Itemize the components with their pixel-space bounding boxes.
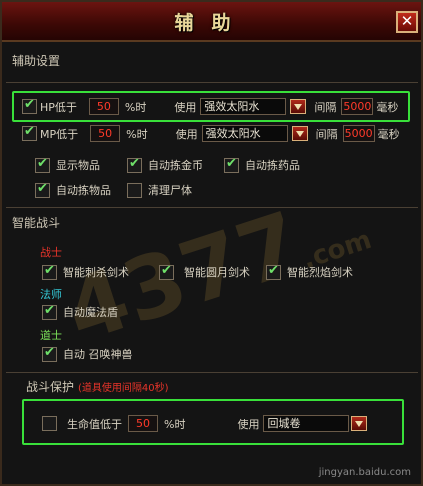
smart-combat-header: 智能战斗: [12, 216, 61, 230]
hp-ms-label: 毫秒: [376, 100, 399, 114]
option-label: 自动拣金币: [148, 159, 203, 172]
life-checkbox[interactable]: [42, 416, 57, 431]
hp-interval-label: 间隔: [314, 100, 337, 114]
hp-label: HP低于: [40, 100, 77, 114]
mp-row: MP低于 50 %时 使用 强效太阳水 间隔 5000 毫秒: [22, 124, 400, 142]
skill-checkbox[interactable]: [42, 345, 57, 362]
skill-checkbox[interactable]: [42, 263, 57, 280]
hp-percent-input[interactable]: 50: [88, 98, 119, 115]
life-unit: %时: [164, 417, 186, 431]
chevron-down-icon[interactable]: [291, 126, 308, 141]
life-use-label: 使用: [237, 417, 260, 431]
skill-label: 智能刺杀剑术: [63, 266, 129, 279]
option-pick-gold[interactable]: 自动拣金币: [127, 156, 203, 173]
option-label: 自动拣物品: [56, 184, 111, 197]
option-checkbox[interactable]: [127, 156, 142, 173]
mp-use-label: 使用: [175, 127, 198, 141]
option-pick-items[interactable]: 自动拣物品: [35, 181, 111, 198]
life-item-select[interactable]: 回城卷: [263, 415, 350, 432]
option-checkbox[interactable]: [35, 181, 50, 198]
option-label: 自动拣药品: [245, 159, 300, 172]
skill-flaming-sword[interactable]: 智能烈焰剑术: [266, 263, 353, 280]
life-percent-input[interactable]: 50: [128, 415, 158, 432]
mp-ms-label: 毫秒: [377, 127, 400, 141]
skill-checkbox[interactable]: [266, 263, 281, 280]
life-label: 生命值低于: [67, 417, 122, 431]
option-show-items[interactable]: 显示物品: [35, 156, 100, 173]
warrior-label: 战士: [40, 246, 62, 259]
option-checkbox[interactable]: [35, 156, 50, 173]
option-checkbox[interactable]: [224, 156, 239, 173]
hp-checkbox[interactable]: [22, 97, 37, 114]
mp-label: MP低于: [40, 127, 79, 141]
chevron-down-icon[interactable]: [290, 99, 307, 114]
skill-label: 智能圆月剑术: [184, 266, 250, 279]
battle-protection-header: 战斗保护: [26, 380, 75, 394]
chevron-down-icon[interactable]: [351, 416, 368, 431]
skill-checkbox[interactable]: [159, 263, 174, 280]
skill-label: 自动魔法盾: [63, 306, 118, 319]
divider: [6, 372, 418, 373]
life-row: 生命值低于 50 %时 使用 回城卷: [42, 415, 368, 432]
skill-magic-shield[interactable]: 自动魔法盾: [42, 303, 118, 320]
mp-interval-label: 间隔: [315, 127, 338, 141]
mp-checkbox[interactable]: [22, 124, 37, 141]
option-checkbox[interactable]: [127, 182, 142, 198]
window-title: 辅助: [174, 12, 249, 34]
option-clear-corpses[interactable]: 清理尸体: [127, 182, 192, 198]
skill-checkbox[interactable]: [42, 303, 57, 320]
divider: [6, 82, 418, 83]
battle-protection-header-row: 战斗保护 (道具使用间隔40秒): [26, 378, 169, 395]
option-pick-potions[interactable]: 自动拣药品: [224, 156, 300, 173]
hp-unit: %时: [124, 100, 147, 114]
hp-use-label: 使用: [174, 100, 197, 114]
assist-settings-header: 辅助设置: [12, 54, 61, 68]
assist-window: 辅助 ✕ 4377.com 辅助设置 HP低于 50 %时 使用 强效太阳水 间…: [0, 0, 423, 486]
title-bar: 辅助 ✕: [2, 2, 421, 42]
option-label: 显示物品: [56, 159, 100, 172]
battle-protection-note: (道具使用间隔40秒): [78, 383, 169, 394]
option-label: 清理尸体: [148, 184, 192, 197]
mage-label: 法师: [40, 288, 62, 301]
divider: [6, 207, 418, 208]
watermark-footer: jingyan.baidu.com: [318, 467, 411, 478]
mp-item-select[interactable]: 强效太阳水: [201, 125, 288, 142]
mp-interval-input[interactable]: 5000: [342, 125, 375, 142]
skill-label: 自动 召唤神兽: [63, 348, 133, 361]
taoist-label: 道士: [40, 329, 62, 342]
mp-percent-input[interactable]: 50: [90, 125, 121, 142]
skill-summon-beast[interactable]: 自动 召唤神兽: [42, 345, 133, 362]
close-icon[interactable]: ✕: [396, 11, 418, 33]
skill-half-moon[interactable]: 智能圆月剑术: [159, 263, 250, 280]
hp-item-select[interactable]: 强效太阳水: [200, 98, 287, 115]
skill-assassinate[interactable]: 智能刺杀剑术: [42, 263, 129, 280]
skill-label: 智能烈焰剑术: [287, 266, 353, 279]
hp-interval-input[interactable]: 5000: [341, 98, 374, 115]
hp-row: HP低于 50 %时 使用 强效太阳水 间隔 5000 毫秒: [22, 97, 399, 115]
mp-unit: %时: [126, 127, 148, 141]
